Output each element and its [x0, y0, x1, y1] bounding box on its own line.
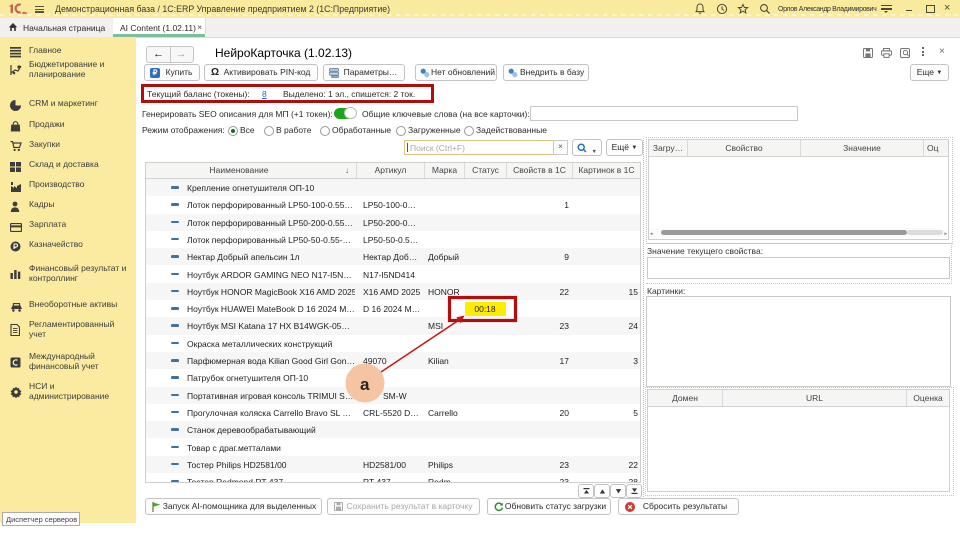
svg-text:a: a: [360, 375, 370, 394]
